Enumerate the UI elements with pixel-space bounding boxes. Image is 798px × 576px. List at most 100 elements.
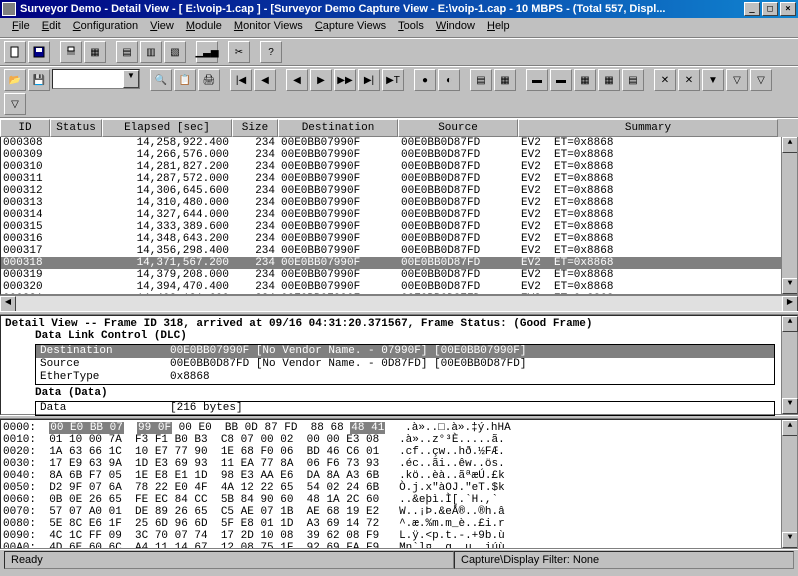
tool-pane5[interactable]: ▤: [622, 69, 644, 91]
tool-chart[interactable]: ▁▃▅: [196, 41, 218, 63]
tool-filter4[interactable]: ▽: [4, 93, 26, 115]
detail-source-row[interactable]: Source 00E0BB0D87FD [No Vendor Name. - 0…: [36, 358, 774, 371]
menu-module[interactable]: Module: [180, 18, 228, 37]
tool-save2[interactable]: 💾: [28, 69, 50, 91]
tool-grid[interactable]: ▦: [84, 41, 106, 63]
detail-ethertype-row[interactable]: EtherType 0x8868: [36, 371, 774, 384]
tool-filter1[interactable]: ▼: [702, 69, 724, 91]
packet-row[interactable]: 00031114,287,572.00023400E0BB07990F00E0B…: [1, 173, 797, 185]
tool-pane3[interactable]: ▦: [574, 69, 596, 91]
tool-find[interactable]: 🔍: [150, 69, 172, 91]
packet-row[interactable]: 00030914,266,576.00023400E0BB07990F00E0B…: [1, 149, 797, 161]
scroll-up-icon[interactable]: ▲: [782, 420, 798, 436]
hex-row[interactable]: 0030: 17 E9 63 9A 1D E3 69 93 11 EA 77 8…: [3, 458, 795, 470]
tool-ff[interactable]: ▶▶: [334, 69, 356, 91]
hex-row[interactable]: 0050: D2 9F 07 6A 78 22 E0 4F 4A 12 22 6…: [3, 482, 795, 494]
packet-row[interactable]: 00031414,327,644.00023400E0BB07990F00E0B…: [1, 209, 797, 221]
hex-scrollbar[interactable]: ▲ ▼: [781, 420, 797, 548]
scroll-right-icon[interactable]: ▶: [782, 296, 798, 312]
packet-row[interactable]: 00030814,258,922.40023400E0BB07990F00E0B…: [1, 137, 797, 149]
tool-x1[interactable]: ✕: [654, 69, 676, 91]
tool-view3[interactable]: ▧: [164, 41, 186, 63]
tool-back[interactable]: ◀: [286, 69, 308, 91]
tool-print[interactable]: [60, 41, 82, 63]
menu-edit[interactable]: Edit: [36, 18, 67, 37]
detail-view-pane[interactable]: Detail View -- Frame ID 318, arrived at …: [0, 315, 798, 415]
tool-record[interactable]: ●: [414, 69, 436, 91]
chevron-down-icon[interactable]: ▼: [123, 70, 139, 88]
tool-play[interactable]: ▶: [310, 69, 332, 91]
detail-destination-row[interactable]: Destination 00E0BB07990F [No Vendor Name…: [36, 345, 774, 358]
packet-row[interactable]: 00031914,379,208.00023400E0BB07990F00E0B…: [1, 269, 797, 281]
tool-skip[interactable]: ▶T: [382, 69, 404, 91]
detail-data-row[interactable]: Data [216 bytes]: [36, 402, 774, 415]
tool-view2[interactable]: ▥: [140, 41, 162, 63]
packet-row[interactable]: 00032114,402,121.60023400E0BB07990F00E0B…: [1, 293, 797, 295]
packet-row[interactable]: 00031514,333,389.60023400E0BB07990F00E0B…: [1, 221, 797, 233]
column-status[interactable]: Status: [50, 119, 102, 137]
scroll-up-icon[interactable]: ▲: [782, 316, 798, 332]
tool-x2[interactable]: ✕: [678, 69, 700, 91]
maximize-button[interactable]: □: [762, 2, 778, 16]
horizontal-scrollbar[interactable]: ◀ ▶: [0, 295, 798, 311]
menu-monitor-views[interactable]: Monitor Views: [228, 18, 309, 37]
tool-help[interactable]: ?: [260, 41, 282, 63]
packet-row[interactable]: 00031014,281,827.20023400E0BB07990F00E0B…: [1, 161, 797, 173]
tool-open[interactable]: 📂: [4, 69, 26, 91]
packet-row[interactable]: 00031314,310,480.00023400E0BB07990F00E0B…: [1, 197, 797, 209]
tool-first[interactable]: |◀: [230, 69, 252, 91]
combo-select[interactable]: ▼: [52, 69, 140, 89]
hex-row[interactable]: 0060: 0B 0E 26 65 FE EC 84 CC 5B 84 90 6…: [3, 494, 795, 506]
tool-stop[interactable]: ◐: [438, 69, 460, 91]
tool-pane4[interactable]: ▦: [598, 69, 620, 91]
packet-row[interactable]: 00031714,356,298.40023400E0BB07990F00E0B…: [1, 245, 797, 257]
column-source[interactable]: Source: [398, 119, 518, 137]
tool-copy[interactable]: 📋: [174, 69, 196, 91]
tool-new[interactable]: [4, 41, 26, 63]
menu-view[interactable]: View: [144, 18, 180, 37]
tool-prev[interactable]: ◀: [254, 69, 276, 91]
tool-pane2[interactable]: ▬: [550, 69, 572, 91]
menu-configuration[interactable]: Configuration: [67, 18, 144, 37]
tool-print2[interactable]: 🖨: [198, 69, 220, 91]
scroll-down-icon[interactable]: ▼: [782, 398, 798, 414]
vertical-scrollbar[interactable]: ▲ ▼: [781, 137, 797, 294]
tool-pane1[interactable]: ▬: [526, 69, 548, 91]
hex-row[interactable]: 0000: 00 E0 BB 07 99 0F 00 E0 BB 0D 87 F…: [3, 422, 795, 434]
tool-save[interactable]: [28, 41, 50, 63]
menu-file[interactable]: File: [6, 18, 36, 37]
hex-row[interactable]: 0020: 1A 63 66 1C 10 E7 77 90 1E 68 F0 0…: [3, 446, 795, 458]
scroll-down-icon[interactable]: ▼: [782, 532, 798, 548]
menu-tools[interactable]: Tools: [392, 18, 430, 37]
tool-detail2[interactable]: ▦: [494, 69, 516, 91]
menu-window[interactable]: Window: [430, 18, 481, 37]
minimize-button[interactable]: _: [744, 2, 760, 16]
column-summary[interactable]: Summary: [518, 119, 778, 137]
packet-row[interactable]: 00031814,371,567.20023400E0BB07990F00E0B…: [1, 257, 797, 269]
menu-capture-views[interactable]: Capture Views: [309, 18, 392, 37]
hex-row[interactable]: 0080: 5E 8C E6 1F 25 6D 96 6D 5F E8 01 1…: [3, 518, 795, 530]
hex-row[interactable]: 0010: 01 10 00 7A F3 F1 B0 B3 C8 07 00 0…: [3, 434, 795, 446]
tool-next[interactable]: ▶|: [358, 69, 380, 91]
scroll-down-icon[interactable]: ▼: [782, 278, 798, 294]
packet-row[interactable]: 00031214,306,645.60023400E0BB07990F00E0B…: [1, 185, 797, 197]
packet-list[interactable]: 00030814,258,922.40023400E0BB07990F00E0B…: [0, 137, 798, 295]
tool-filter3[interactable]: ▽: [750, 69, 772, 91]
close-button[interactable]: ×: [780, 2, 796, 16]
tool-detail1[interactable]: ▤: [470, 69, 492, 91]
detail-scrollbar[interactable]: ▲ ▼: [781, 316, 797, 414]
tool-view1[interactable]: ▤: [116, 41, 138, 63]
menu-help[interactable]: Help: [481, 18, 516, 37]
packet-row[interactable]: 00032014,394,470.40023400E0BB07990F00E0B…: [1, 281, 797, 293]
scroll-left-icon[interactable]: ◀: [0, 296, 16, 312]
column-size[interactable]: Size: [232, 119, 278, 137]
hex-row[interactable]: 0090: 4C 1C FF 09 3C 70 07 74 17 2D 10 0…: [3, 530, 795, 542]
tool-cut[interactable]: ✂: [228, 41, 250, 63]
tool-filter2[interactable]: ▽: [726, 69, 748, 91]
packet-row[interactable]: 00031614,348,643.20023400E0BB07990F00E0B…: [1, 233, 797, 245]
hex-view-pane[interactable]: 0000: 00 E0 BB 07 99 0F 00 E0 BB 0D 87 F…: [0, 419, 798, 549]
column-id[interactable]: ID: [0, 119, 50, 137]
hex-row[interactable]: 0070: 57 07 A0 01 DE 89 26 65 C5 AE 07 1…: [3, 506, 795, 518]
scroll-up-icon[interactable]: ▲: [782, 137, 798, 153]
hex-row[interactable]: 0040: 8A 6B F7 05 1E E8 E1 1D 98 E3 AA E…: [3, 470, 795, 482]
